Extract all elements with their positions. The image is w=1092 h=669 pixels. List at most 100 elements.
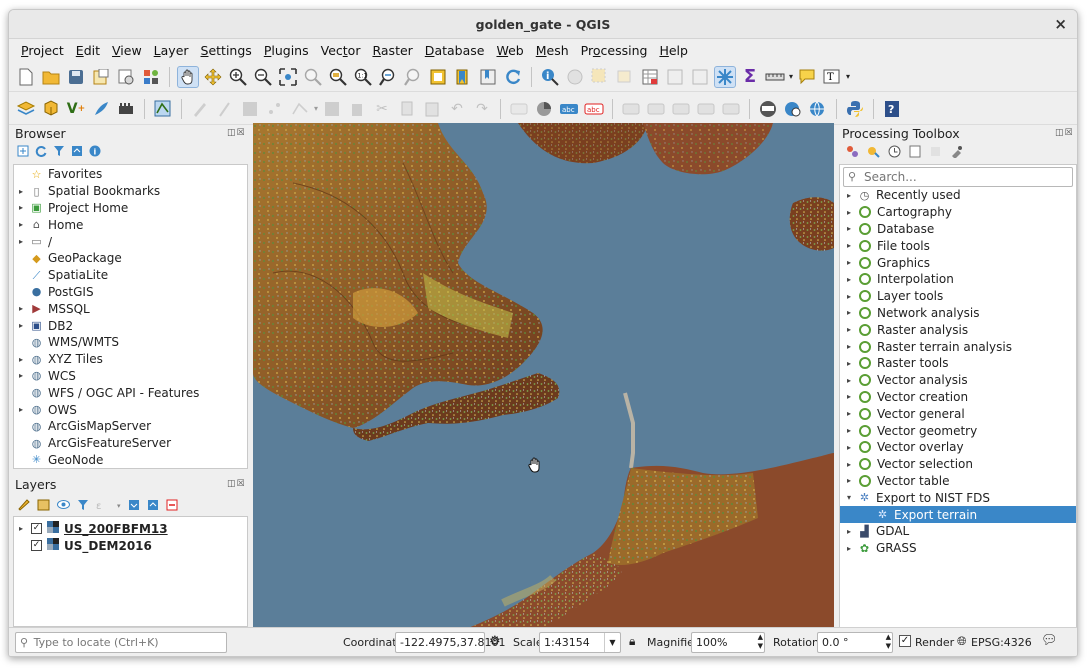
history-icon[interactable] [888, 145, 901, 161]
browser-item-favorites[interactable]: ☆ Favorites [14, 166, 247, 183]
add-group-icon[interactable] [37, 498, 50, 514]
manage-map-themes-icon[interactable] [57, 498, 70, 514]
expand-arrow-icon[interactable]: ▸ [14, 237, 28, 246]
menu-vector[interactable]: Vector [315, 40, 367, 61]
expand-arrow-icon[interactable]: ▸ [14, 203, 28, 212]
results-viewer-icon[interactable] [909, 145, 921, 161]
browser-item-[interactable]: ▸ ▭ / [14, 233, 247, 250]
statistical-summary-icon[interactable]: Σ [739, 66, 761, 88]
toggle-editing-icon[interactable] [214, 98, 236, 120]
browser-item-spatial-bookmarks[interactable]: ▸ ▯ Spatial Bookmarks [14, 183, 247, 200]
browser-item-postgis[interactable]: ● PostGIS [14, 284, 247, 301]
expand-arrow-icon[interactable]: ▸ [842, 376, 856, 385]
menu-edit[interactable]: Edit [70, 40, 106, 61]
browser-item-spatialite[interactable]: ⟋ SpatiaLite [14, 267, 247, 284]
zoom-out-icon[interactable] [252, 66, 274, 88]
expand-arrow-icon[interactable]: ▸ [842, 292, 856, 301]
style-icon[interactable] [17, 498, 30, 514]
undo-icon[interactable]: ↶ [446, 98, 468, 120]
run-feature-action-icon[interactable] [564, 66, 586, 88]
python-console-icon[interactable] [844, 98, 866, 120]
move-label-icon[interactable] [670, 98, 692, 120]
plugin-globe-search-icon[interactable] [782, 98, 804, 120]
zoom-last-icon[interactable] [377, 66, 399, 88]
processing-panel-float-close-icon[interactable]: ◫☒ [1055, 128, 1074, 138]
browser-item-wms-wmts[interactable]: ◍ WMS/WMTS [14, 334, 247, 351]
zoom-to-selection-icon[interactable] [302, 66, 324, 88]
menu-mesh[interactable]: Mesh [530, 40, 575, 61]
redo-icon[interactable]: ↷ [471, 98, 493, 120]
expand-arrow-icon[interactable]: ▸ [842, 275, 856, 284]
expand-arrow-icon[interactable]: ▸ [842, 443, 856, 452]
show-hide-labels-icon[interactable] [645, 98, 667, 120]
filter-legend-icon[interactable] [77, 499, 89, 514]
collapse-all-layers-icon[interactable] [147, 499, 159, 514]
lock-scale-icon[interactable]: 🔒︎ [629, 634, 635, 649]
crs-globe-icon[interactable]: 🌐︎ [957, 634, 967, 649]
layers-panel-float-close-icon[interactable]: ◫☒ [227, 479, 246, 489]
layer-visibility-checkbox[interactable]: ✓ [31, 540, 42, 551]
save-project-icon[interactable] [65, 66, 87, 88]
processing-item-vector-general[interactable]: ▸ Vector general [840, 405, 1076, 422]
expand-arrow-icon[interactable]: ▸ [14, 405, 28, 414]
layer-visibility-checkbox[interactable]: ✓ [31, 523, 42, 534]
zoom-in-icon[interactable] [227, 66, 249, 88]
collapse-all-icon[interactable] [71, 145, 83, 160]
expand-arrow-icon[interactable]: ▾ [842, 493, 856, 502]
remove-layer-icon[interactable] [166, 499, 178, 514]
processing-item-network-analysis[interactable]: ▸ Network analysis [840, 305, 1076, 322]
text-annotation-icon[interactable]: T [821, 66, 843, 88]
scale-combo[interactable]: 1:43154 ▼ [539, 632, 621, 653]
filter-browser-icon[interactable] [53, 145, 65, 160]
rotation-spinbox[interactable]: 0.0 ° ▲ ▼ [817, 632, 893, 653]
menu-processing[interactable]: Processing [575, 40, 654, 61]
new-virtual-layer-icon[interactable] [115, 98, 137, 120]
deselect-features-icon[interactable] [614, 66, 636, 88]
vertex-tool-icon[interactable] [289, 98, 311, 120]
menu-plugins[interactable]: Plugins [258, 40, 315, 61]
browser-item-xyz-tiles[interactable]: ▸ ◍ XYZ Tiles [14, 351, 247, 368]
statistics-icon[interactable] [689, 66, 711, 88]
new-project-icon[interactable] [15, 66, 37, 88]
expand-arrow-icon[interactable]: ▸ [14, 304, 28, 313]
coordinate-field[interactable]: -122.4975,37.8101 [395, 632, 505, 653]
cut-features-icon[interactable]: ✂ [371, 98, 393, 120]
refresh-icon[interactable] [502, 66, 524, 88]
expand-arrow-icon[interactable]: ▸ [842, 426, 856, 435]
menu-layer[interactable]: Layer [148, 40, 195, 61]
zoom-to-layer-icon[interactable] [327, 66, 349, 88]
processing-item-raster-tools[interactable]: ▸ Raster tools [840, 355, 1076, 372]
rotate-label-icon[interactable] [695, 98, 717, 120]
expand-arrow-icon[interactable]: ▸ [842, 460, 856, 469]
processing-item-vector-selection[interactable]: ▸ Vector selection [840, 456, 1076, 473]
menu-raster[interactable]: Raster [366, 40, 418, 61]
pan-map-icon[interactable] [177, 65, 199, 88]
render-checkbox[interactable]: ✓ [899, 635, 911, 647]
processing-search-input[interactable] [864, 169, 1064, 185]
toggle-label-display-icon[interactable]: abc [583, 98, 605, 120]
menu-project[interactable]: Project [15, 40, 70, 61]
close-icon[interactable]: × [1054, 10, 1067, 39]
browser-item-project-home[interactable]: ▸ ▣ Project Home [14, 200, 247, 217]
locator-search-input[interactable]: ⚲ Type to locate (Ctrl+K) [15, 632, 227, 653]
pan-to-selection-icon[interactable] [202, 66, 224, 88]
browser-item-mssql[interactable]: ▸ ▶ MSSQL [14, 300, 247, 317]
expand-arrow-icon[interactable]: ▸ [842, 544, 856, 553]
magnifier-spinbox[interactable]: 100% ▲ ▼ [691, 632, 765, 653]
processing-item-vector-geometry[interactable]: ▸ Vector geometry [840, 422, 1076, 439]
copy-features-icon[interactable] [396, 98, 418, 120]
expand-arrow-icon[interactable]: ▸ [842, 392, 856, 401]
help-icon[interactable]: ? [881, 98, 903, 120]
add-feature-icon[interactable] [264, 98, 286, 120]
expand-arrow-icon[interactable]: ▸ [14, 220, 28, 229]
processing-item-layer-tools[interactable]: ▸ Layer tools [840, 288, 1076, 305]
expand-arrow-icon[interactable]: ▸ [842, 409, 856, 418]
properties-icon[interactable]: i [89, 145, 101, 160]
expand-arrow-icon[interactable]: ▸ [842, 224, 856, 233]
edit-features-in-place-icon[interactable] [929, 145, 942, 161]
processing-item-vector-table[interactable]: ▸ Vector table [840, 473, 1076, 490]
processing-item-export-terrain[interactable]: ✲ Export terrain [840, 506, 1076, 523]
zoom-native-icon[interactable]: 1:1 [352, 66, 374, 88]
expand-arrow-icon[interactable]: ▸ [842, 241, 856, 250]
menu-view[interactable]: View [106, 40, 148, 61]
